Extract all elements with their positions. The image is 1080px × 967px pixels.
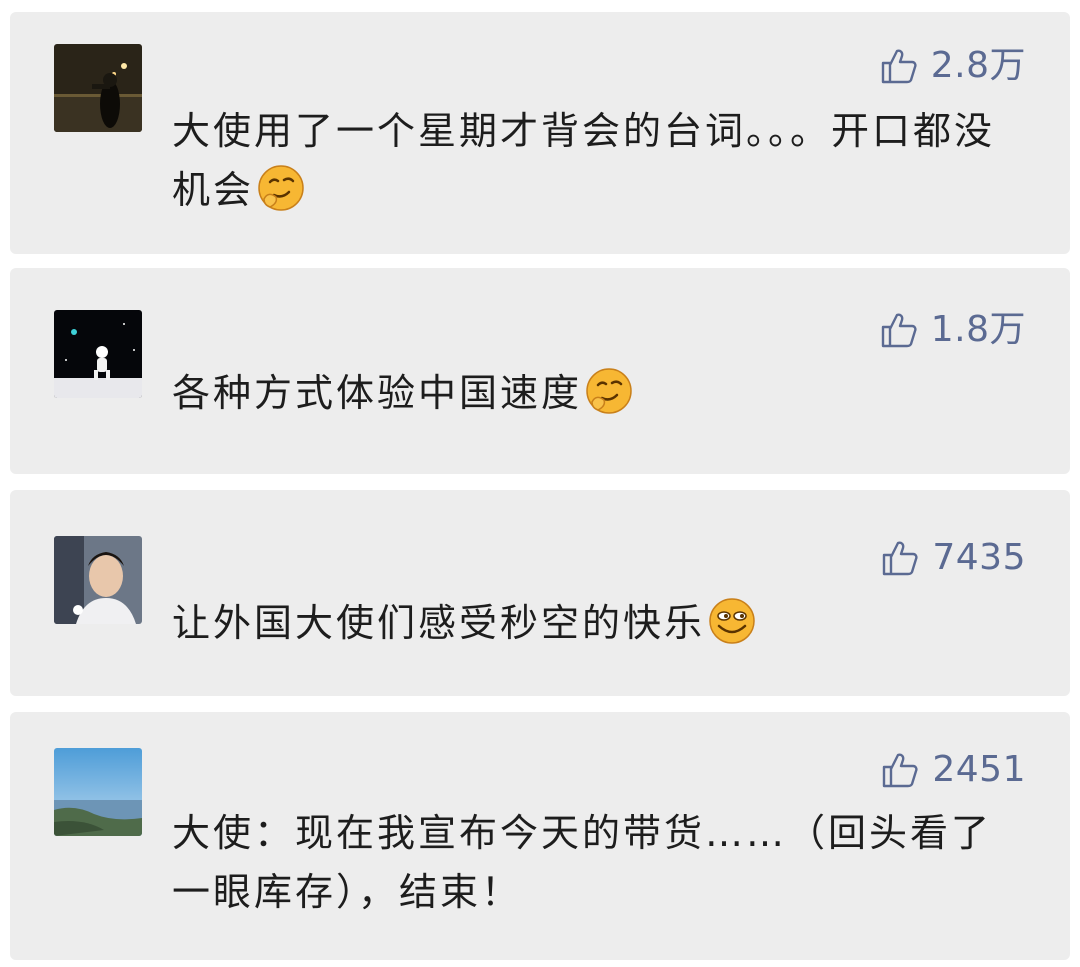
like-count: 2.8万 bbox=[930, 45, 1026, 86]
avatar[interactable] bbox=[54, 536, 142, 624]
thumbs-up-icon bbox=[881, 313, 917, 348]
comment-text-content: 让外国大使们感受秒空的快乐 bbox=[172, 601, 706, 645]
astronaut-space-photo-icon bbox=[54, 310, 142, 398]
comment-text: 让外国大使们感受秒空的快乐 bbox=[172, 594, 1010, 653]
like-button[interactable]: 2.8万 bbox=[879, 46, 1026, 86]
avatar[interactable] bbox=[54, 44, 142, 132]
comment-text-content: 各种方式体验中国速度 bbox=[172, 371, 583, 415]
comment-card: 2.8万 大使用了一个星期才背会的台词。。。开口都没机会 bbox=[10, 12, 1070, 254]
smirk-emoji-icon bbox=[584, 366, 634, 416]
portrait-photo-icon bbox=[54, 536, 142, 624]
like-count: 1.8万 bbox=[930, 309, 1026, 350]
comment-feed: 2.8万 大使用了一个星期才背会的台词。。。开口都没机会 1.8万 各种方式体验… bbox=[0, 0, 1080, 967]
like-button[interactable]: 7435 bbox=[880, 538, 1026, 578]
coastline-landscape-photo-icon bbox=[54, 748, 142, 836]
comment-text: 各种方式体验中国速度 bbox=[172, 364, 1010, 423]
avatar[interactable] bbox=[54, 310, 142, 398]
grin-emoji-icon bbox=[707, 596, 757, 646]
thumbs-up-icon bbox=[883, 753, 918, 788]
comment-text: 大使用了一个星期才背会的台词。。。开口都没机会 bbox=[172, 102, 1010, 220]
like-count: 2451 bbox=[932, 749, 1026, 790]
comment-text: 大使：现在我宣布今天的带货……（回头看了一眼库存），结束！ bbox=[172, 804, 1010, 922]
night-street-photo-icon bbox=[54, 44, 142, 132]
thumbs-up-icon bbox=[883, 541, 918, 576]
comment-card: 2451 大使：现在我宣布今天的带货……（回头看了一眼库存），结束！ bbox=[10, 712, 1070, 960]
like-count: 7435 bbox=[932, 537, 1026, 578]
thumbs-up-icon bbox=[881, 49, 917, 84]
comment-card: 1.8万 各种方式体验中国速度 bbox=[10, 268, 1070, 474]
like-button[interactable]: 1.8万 bbox=[879, 310, 1026, 350]
comment-card: 7435 让外国大使们感受秒空的快乐 bbox=[10, 490, 1070, 696]
smirk-emoji-icon bbox=[256, 163, 306, 213]
avatar[interactable] bbox=[54, 748, 142, 836]
comment-text-content: 大使：现在我宣布今天的带货……（回头看了一眼库存），结束！ bbox=[172, 811, 993, 914]
like-button[interactable]: 2451 bbox=[880, 750, 1026, 790]
